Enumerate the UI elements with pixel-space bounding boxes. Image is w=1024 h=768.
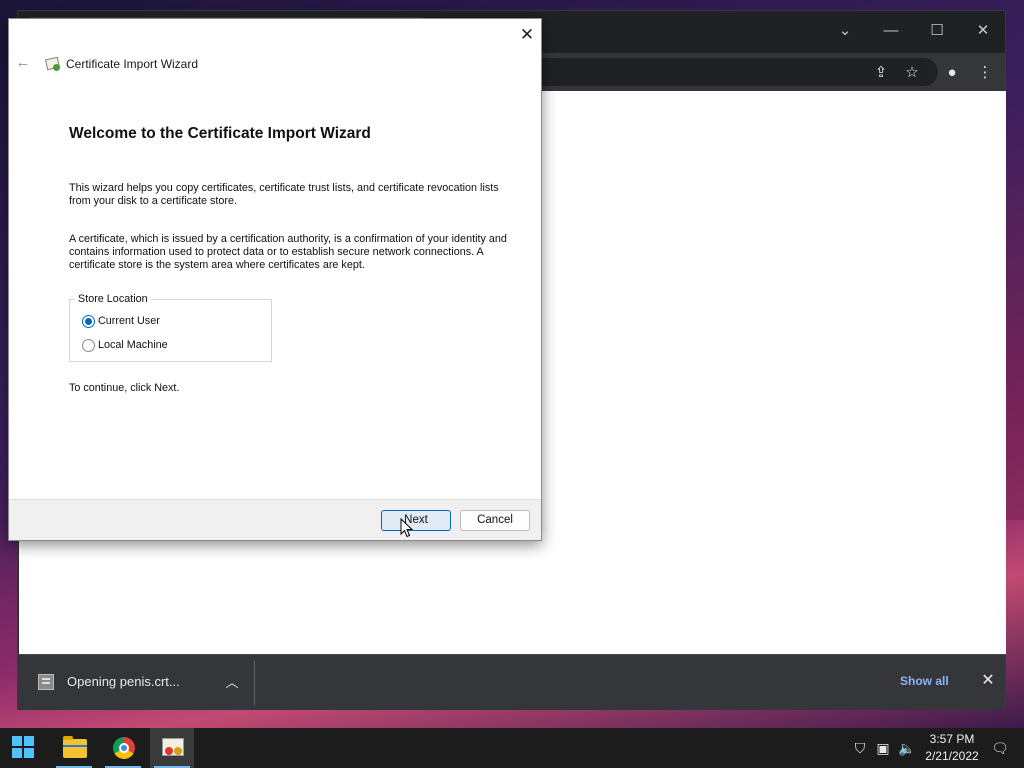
page-title: Welcome to the Certificate Import Wizard bbox=[69, 125, 371, 142]
clock-time: 3:57 PM bbox=[929, 732, 975, 746]
local-machine-radio[interactable] bbox=[82, 339, 95, 352]
continue-instruction: To continue, click Next. bbox=[69, 382, 180, 394]
close-icon[interactable]: ✕ bbox=[515, 24, 539, 46]
windows-logo-icon bbox=[12, 736, 34, 758]
file-explorer-button[interactable] bbox=[52, 728, 96, 768]
download-item[interactable]: Opening penis.crt... ︿ bbox=[24, 661, 252, 705]
mouse-pointer-icon bbox=[400, 518, 414, 538]
clock-date: 2/21/2022 bbox=[925, 749, 979, 763]
menu-kebab-icon[interactable]: ⋮ bbox=[974, 62, 996, 84]
description-paragraph: A certificate, which is issued by a cert… bbox=[69, 233, 507, 271]
chrome-button[interactable] bbox=[101, 728, 145, 768]
current-user-label[interactable]: Current User bbox=[98, 315, 160, 327]
folder-icon bbox=[63, 736, 87, 758]
start-button[interactable] bbox=[0, 728, 44, 768]
dialog-title: Certificate Import Wizard bbox=[66, 57, 199, 71]
intro-paragraph: This wizard helps you copy certificates,… bbox=[69, 182, 499, 207]
notifications-icon[interactable]: 🗨 bbox=[990, 738, 1010, 758]
show-all-link[interactable]: Show all bbox=[900, 674, 949, 688]
store-location-legend: Store Location bbox=[75, 293, 151, 305]
chevron-up-icon[interactable]: ︿ bbox=[220, 671, 244, 695]
divider bbox=[254, 661, 255, 705]
chrome-icon bbox=[113, 737, 135, 759]
store-location-group: Store Location Current User Local Machin… bbox=[69, 293, 272, 362]
file-icon bbox=[38, 674, 54, 690]
close-window-icon[interactable]: ✕ bbox=[969, 19, 997, 43]
cancel-button[interactable]: Cancel bbox=[460, 510, 530, 531]
tab-search-icon[interactable]: ⌄ bbox=[831, 19, 859, 43]
certificate-manager-button[interactable] bbox=[150, 728, 194, 768]
network-icon[interactable]: ▣ bbox=[873, 738, 893, 758]
volume-muted-icon[interactable]: 🔈 bbox=[897, 738, 917, 758]
security-icon[interactable]: ⛉ bbox=[850, 738, 870, 758]
certificate-manager-icon bbox=[162, 738, 184, 756]
minimize-icon[interactable]: — bbox=[877, 19, 905, 43]
dialog-footer: Next Cancel bbox=[9, 499, 541, 540]
close-shelf-icon[interactable]: ✕ bbox=[978, 671, 998, 691]
system-clock[interactable]: 3:57 PM 2/21/2022 bbox=[920, 731, 984, 765]
taskbar: ⛉ ▣ 🔈 3:57 PM 2/21/2022 🗨 bbox=[0, 728, 1024, 768]
certificate-import-wizard-dialog: ✕ ← Certificate Import Wizard Welcome to… bbox=[8, 18, 542, 541]
next-button[interactable]: Next bbox=[381, 510, 451, 531]
maximize-icon[interactable]: ☐ bbox=[923, 19, 951, 43]
bookmark-star-icon[interactable]: ☆ bbox=[901, 62, 923, 84]
current-user-radio[interactable] bbox=[82, 315, 95, 328]
local-machine-label[interactable]: Local Machine bbox=[98, 339, 168, 351]
download-item-label: Opening penis.crt... bbox=[67, 674, 180, 689]
profile-icon[interactable]: ● bbox=[941, 62, 963, 84]
certificate-icon bbox=[44, 56, 61, 72]
back-arrow-icon[interactable]: ← bbox=[12, 52, 34, 74]
download-shelf: Opening penis.crt... ︿ Show all ✕ bbox=[18, 654, 1005, 710]
share-icon[interactable]: ⇪ bbox=[870, 62, 892, 84]
